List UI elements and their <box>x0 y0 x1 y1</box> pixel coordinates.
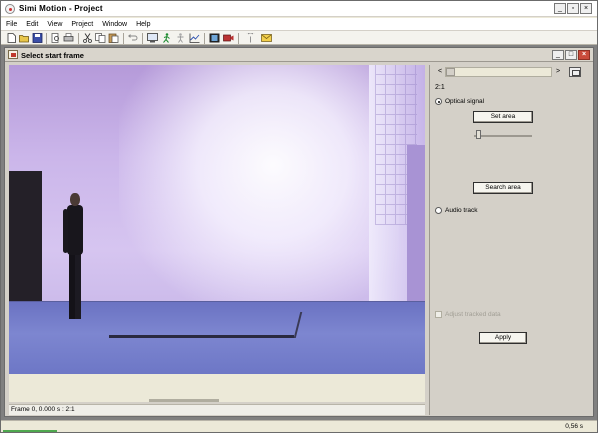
toolbar-separator <box>78 33 79 44</box>
camera-icon[interactable] <box>223 33 234 43</box>
view-window-icon[interactable] <box>569 67 581 77</box>
close-button[interactable]: × <box>580 3 592 14</box>
set-area-button[interactable]: Set area <box>473 111 533 123</box>
toolbar-separator <box>142 33 143 44</box>
graph-icon[interactable] <box>189 33 200 43</box>
open-folder-icon[interactable] <box>19 33 30 43</box>
app-status-bar: 0,56 s <box>1 420 597 432</box>
frame-status-text: Frame 0, 0.000 s : 2:1 <box>11 406 75 413</box>
monitor-icon[interactable] <box>147 33 158 43</box>
video-wall-panel <box>407 145 425 325</box>
restore-button[interactable]: ▫ <box>567 3 579 14</box>
toolbar-separator <box>46 33 47 44</box>
adjust-tracked-label: Adjust tracked data <box>445 311 501 318</box>
frame-back-button[interactable]: < <box>436 67 444 77</box>
side-panel: < > 2:1 Optical signal Set area Search a… <box>429 65 592 415</box>
print-icon[interactable] <box>63 33 74 43</box>
frame-scroll-track[interactable] <box>445 67 552 77</box>
video-frame[interactable] <box>9 65 425 374</box>
menu-help[interactable]: Help <box>136 21 150 28</box>
video-light-area <box>119 65 399 315</box>
child-maximize-button[interactable]: □ <box>565 50 577 60</box>
envelope-icon[interactable] <box>261 33 272 43</box>
video-mat-seam <box>109 335 294 338</box>
optical-signal-label: Optical signal <box>445 98 485 105</box>
figure-icon[interactable] <box>175 33 186 43</box>
adjust-tracked-option[interactable]: Adjust tracked data <box>435 311 501 318</box>
copy-icon[interactable] <box>95 33 106 43</box>
optical-signal-radio[interactable] <box>435 98 442 105</box>
app-window: Simi Motion - Project _ ▫ × File Edit Vi… <box>0 0 598 433</box>
save-icon[interactable] <box>32 33 43 43</box>
toolbar-separator <box>204 33 205 44</box>
new-file-icon[interactable] <box>6 33 17 43</box>
video-lower-area <box>9 374 425 402</box>
app-title: Simi Motion - Project <box>19 4 103 13</box>
audio-track-option[interactable]: Audio track <box>435 207 478 214</box>
frame-scroll-thumb[interactable] <box>446 68 455 76</box>
apply-button[interactable]: Apply <box>479 332 527 344</box>
child-title-bar: Select start frame _ □ × <box>5 48 593 62</box>
child-close-button[interactable]: × <box>578 50 590 60</box>
menu-window[interactable]: Window <box>102 21 127 28</box>
threshold-slider-thumb[interactable] <box>476 130 481 139</box>
frame-scroll-indicator[interactable] <box>149 399 219 402</box>
runner-icon[interactable] <box>161 33 172 43</box>
minimize-button[interactable]: _ <box>554 3 566 14</box>
progress-bar <box>3 430 57 432</box>
select-start-frame-window: Select start frame _ □ × Frame 0, 0.000 … <box>4 47 594 417</box>
audio-track-label: Audio track <box>445 207 478 214</box>
ratio-label: 2:1 <box>435 84 445 91</box>
toolbar-separator <box>123 33 124 44</box>
menu-edit[interactable]: Edit <box>26 21 38 28</box>
menu-project[interactable]: Project <box>71 21 93 28</box>
adjust-tracked-checkbox[interactable] <box>435 311 442 318</box>
clapperboard-icon <box>8 50 18 59</box>
menu-view[interactable]: View <box>47 21 62 28</box>
cut-icon[interactable] <box>82 33 93 43</box>
audio-track-radio[interactable] <box>435 207 442 214</box>
antenna-icon[interactable] <box>245 33 256 43</box>
film-icon[interactable] <box>209 33 220 43</box>
paste-icon[interactable] <box>108 33 119 43</box>
menu-file[interactable]: File <box>6 21 17 28</box>
child-window-title: Select start frame <box>21 51 84 60</box>
child-minimize-button[interactable]: _ <box>552 50 564 60</box>
app-logo-icon <box>5 4 15 14</box>
search-area-button[interactable]: Search area <box>473 182 533 194</box>
toolbar <box>1 30 597 45</box>
toolbar-separator <box>238 33 239 44</box>
optical-signal-option[interactable]: Optical signal <box>435 98 484 105</box>
video-doorway <box>9 171 42 311</box>
video-person <box>63 193 89 323</box>
status-speed: 0,56 s <box>565 423 583 430</box>
title-bar: Simi Motion - Project _ ▫ × <box>1 1 597 17</box>
menu-bar: File Edit View Project Window Help <box>1 18 597 30</box>
threshold-slider-track[interactable] <box>474 135 532 137</box>
frame-status-line: Frame 0, 0.000 s : 2:1 <box>9 404 425 415</box>
undo-icon[interactable] <box>127 33 138 43</box>
print-preview-icon[interactable] <box>50 33 61 43</box>
frame-forward-button[interactable]: > <box>554 67 562 77</box>
